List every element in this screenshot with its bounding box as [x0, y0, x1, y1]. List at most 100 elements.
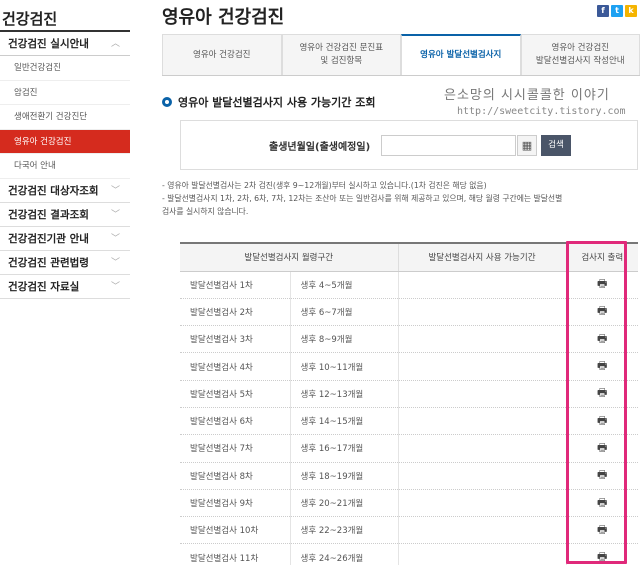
menu-label: 건강검진 대상자조회 — [8, 184, 99, 197]
row-period: 생후 20~21개월 — [290, 489, 399, 518]
twitter-icon[interactable]: t — [611, 5, 623, 17]
row-print: 🖶 — [566, 434, 638, 463]
chevron-down-icon: ﹀ — [110, 233, 120, 244]
row-print: 🖶 — [566, 325, 638, 354]
row-name: 발달선별검사 2차 — [180, 298, 291, 327]
sidebar-title: 건강검진 — [0, 0, 130, 32]
row-name: 발달선별검사 10차 — [180, 516, 291, 545]
table-body: 발달선별검사 1차 생후 4~5개월 🖶 발달선별검사 2차 생후 6~7개월 🖶 발달선별… — [180, 271, 638, 565]
tab-infant-checkup[interactable]: 영유아 건강검진 — [162, 34, 282, 75]
calendar-icon[interactable]: ▦ — [517, 135, 537, 156]
note-line: 검사를 실시하지 않습니다. — [162, 207, 249, 216]
row-name: 발달선별검사 9차 — [180, 489, 291, 518]
tab-writing-guide[interactable]: 영유아 건강검진 발달선별검사지 작성안내 — [520, 34, 640, 75]
menu-label: 건강검진기관 안내 — [8, 232, 89, 245]
row-print: 🖶 — [566, 543, 638, 565]
row-print: 🖶 — [566, 407, 638, 436]
table-row: 발달선별검사 9차 생후 20~21개월 🖶 — [180, 489, 638, 518]
menu-related-laws[interactable]: 건강검진 관련법령 ﹀ — [0, 251, 130, 275]
sub-item-infant[interactable]: 영유아 건강검진 — [0, 129, 130, 154]
row-available — [398, 325, 567, 354]
row-available — [398, 298, 567, 327]
sub-item-general[interactable]: 일반건강검진 — [0, 56, 130, 81]
table-row: 발달선별검사 3차 생후 8~9개월 🖶 — [180, 325, 638, 354]
menu-label: 건강검진 자료실 — [8, 280, 80, 293]
printer-icon[interactable]: 🖶 — [597, 330, 607, 349]
tab-bar: 영유아 건강검진 영유아 건강검진 문진표 및 검진항목 영유아 발달선별검사지… — [162, 34, 640, 76]
social-share: f t k — [597, 5, 637, 17]
menu-label: 건강검진 결과조회 — [8, 208, 89, 221]
row-name: 발달선별검사 1차 — [180, 271, 291, 299]
menu-result-lookup[interactable]: 건강검진 결과조회 ﹀ — [0, 203, 130, 227]
printer-icon[interactable]: 🖶 — [597, 521, 607, 540]
row-print: 🖶 — [566, 298, 638, 327]
menu-institution-guide[interactable]: 건강검진기관 안내 ﹀ — [0, 227, 130, 251]
row-name: 발달선별검사 11차 — [180, 543, 291, 565]
row-available — [398, 543, 567, 565]
row-available — [398, 271, 567, 299]
printer-icon[interactable]: 🖶 — [597, 439, 607, 458]
tab-development-screening[interactable]: 영유아 발달선별검사지 — [401, 34, 521, 75]
note-line: - 영유아 발달선별검사는 2차 검진(생후 9~12개월)부터 실시하고 있습… — [162, 181, 487, 190]
sidebar: 건강검진 건강검진 실시안내 ︿ 일반건강검진 암검진 생애전환기 건강진단 영… — [0, 0, 130, 565]
table-row: 발달선별검사 7차 생후 16~17개월 🖶 — [180, 434, 638, 463]
note-line: - 발달선별검사지 1차, 2차, 6차, 7차, 12차는 조산아 또는 일반… — [162, 194, 563, 203]
printer-icon[interactable]: 🖶 — [597, 275, 607, 294]
watermark-url: http://sweetcity.tistory.com — [457, 106, 626, 117]
menu-health-checkup-guide[interactable]: 건강검진 실시안내 ︿ — [0, 32, 130, 56]
tab-questionnaire[interactable]: 영유아 건강검진 문진표 및 검진항목 — [281, 34, 401, 75]
menu-label: 건강검진 실시안내 — [8, 38, 89, 50]
table-row: 발달선별검사 5차 생후 12~13개월 🖶 — [180, 380, 638, 408]
row-available — [398, 407, 567, 436]
row-available — [398, 352, 567, 381]
menu-label: 건강검진 관련법령 — [8, 256, 89, 269]
row-period: 생후 10~11개월 — [290, 352, 399, 381]
table-row: 발달선별검사 10차 생후 22~23개월 🖶 — [180, 516, 638, 545]
row-name: 발달선별검사 3차 — [180, 325, 291, 354]
printer-icon[interactable]: 🖶 — [597, 357, 607, 376]
table-row: 발달선별검사 6차 생후 14~15개월 🖶 — [180, 407, 638, 436]
kakaostory-icon[interactable]: k — [625, 5, 637, 17]
row-period: 생후 22~23개월 — [290, 516, 399, 545]
table-row: 발달선별검사 11차 생후 24~26개월 🖶 — [180, 543, 638, 565]
row-available — [398, 434, 567, 463]
printer-icon[interactable]: 🖶 — [597, 302, 607, 321]
row-period: 생후 4~5개월 — [290, 271, 399, 299]
row-available — [398, 489, 567, 518]
chevron-down-icon: ﹀ — [110, 257, 120, 268]
row-print: 🖶 — [566, 271, 638, 299]
sub-item-cancer[interactable]: 암검진 — [0, 81, 130, 105]
menu-resources[interactable]: 건강검진 자료실 ﹀ — [0, 275, 130, 299]
sub-item-lifecycle[interactable]: 생애전환기 건강진단 — [0, 105, 130, 130]
row-name: 발달선별검사 6차 — [180, 407, 291, 436]
row-print: 🖶 — [566, 489, 638, 518]
row-name: 발달선별검사 7차 — [180, 434, 291, 463]
row-period: 생후 16~17개월 — [290, 434, 399, 463]
row-print: 🖶 — [566, 516, 638, 545]
facebook-icon[interactable]: f — [597, 5, 609, 17]
row-period: 생후 12~13개월 — [290, 380, 399, 408]
table-row: 발달선별검사 1차 생후 4~5개월 🖶 — [180, 271, 638, 299]
table-row: 발달선별검사 8차 생후 18~19개월 🖶 — [180, 462, 638, 490]
printer-icon[interactable]: 🖶 — [597, 412, 607, 431]
printer-icon[interactable]: 🖶 — [597, 548, 607, 565]
menu-target-lookup[interactable]: 건강검진 대상자조회 ﹀ — [0, 179, 130, 203]
birthdate-input[interactable] — [381, 135, 516, 156]
row-print: 🖶 — [566, 462, 638, 490]
row-available — [398, 380, 567, 408]
sub-item-multilingual[interactable]: 다국어 안내 — [0, 154, 130, 179]
table-row: 발달선별검사 4차 생후 10~11개월 🖶 — [180, 352, 638, 381]
search-box: 출생년월일(출생예정일) ▦ 검색 — [180, 120, 638, 170]
printer-icon[interactable]: 🖶 — [597, 384, 607, 403]
row-period: 생후 14~15개월 — [290, 407, 399, 436]
row-period: 생후 24~26개월 — [290, 543, 399, 565]
printer-icon[interactable]: 🖶 — [597, 466, 607, 485]
row-available — [398, 516, 567, 545]
row-name: 발달선별검사 5차 — [180, 380, 291, 408]
section-title: 영유아 발달선별검사지 사용 가능기간 조회 — [162, 94, 375, 110]
printer-icon[interactable]: 🖶 — [597, 494, 607, 513]
row-print: 🖶 — [566, 352, 638, 381]
watermark-text: 은소망의 시시콜콜한 이야기 — [444, 88, 610, 103]
search-button[interactable]: 검색 — [541, 135, 571, 156]
col-header-range: 발달선별검사지 월령구간 — [180, 242, 399, 272]
